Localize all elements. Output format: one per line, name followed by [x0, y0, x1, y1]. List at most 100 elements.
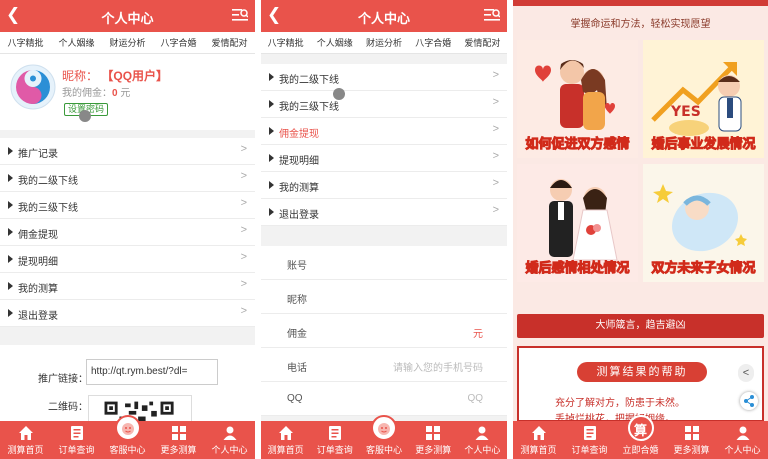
bottom-nav: 测算首页 订单查询 算 立即合婚 更多测算 个人中心 [513, 415, 768, 459]
tab-bazi-jingpi[interactable]: 八字精批 [0, 32, 51, 53]
grid-icon [171, 426, 186, 440]
header-bar: ❮ 个人中心 [0, 0, 255, 32]
chevron-right-icon: > [492, 150, 499, 162]
slogan: 掌握命运和方法，轻松实现愿望 [570, 19, 711, 30]
screen-personal-center-1: ❮ 个人中心 八字精批 个人姻缘 财运分析 八字合婚 爱情配对 昵称： 【QQ用… [0, 0, 255, 459]
tab-caiyun-fenxi[interactable]: 财运分析 [102, 32, 153, 53]
nav-home[interactable]: 测算首页 [261, 421, 310, 459]
list-item-withdraw[interactable]: 佣金提现 > [261, 118, 507, 145]
list-item-level2[interactable]: 我的二级下线 > [0, 165, 255, 192]
tab-bazi-hehun[interactable]: 八字合婚 [409, 32, 458, 53]
chevron-right-icon: > [492, 96, 499, 108]
list-item-my-readings[interactable]: 我的测算 > [0, 273, 255, 300]
list-item-withdraw[interactable]: 佣金提现 > [0, 219, 255, 246]
card-promote-feelings[interactable]: 如何促进双方感情 [517, 40, 638, 158]
yes-text: YES [670, 104, 701, 120]
nav-service[interactable]: 客服中心 [359, 415, 408, 459]
account-form: 账号 昵称 佣金元 电话 请输入您的手机号码 QQ QQ [261, 246, 507, 416]
triangle-right-icon [8, 201, 13, 209]
card-title: 如何促进双方感情 [525, 136, 630, 152]
avatar [10, 64, 56, 110]
list-item-logout[interactable]: 退出登录 > [261, 199, 507, 226]
chevron-right-icon: > [492, 204, 499, 216]
commission: 我的佣金：0 元 [62, 88, 131, 99]
nav-orders[interactable]: 订单查询 [310, 421, 359, 459]
triangle-right-icon [269, 181, 274, 189]
card-title: 双方未来子女情况 [651, 260, 756, 276]
order-list-icon [328, 426, 341, 440]
list-item-withdraw-details[interactable]: 提现明细 > [261, 145, 507, 172]
nav-more[interactable]: 更多测算 [153, 421, 204, 459]
panel-line: 充分了解对方，防患于未然。 [555, 398, 685, 409]
result-help-panel: 测算结果的帮助 充分了解对方，防患于未然。 丢掉烂桃花，把握好姻缘。 [517, 346, 764, 425]
triangle-right-icon [269, 73, 274, 81]
list-item-logout[interactable]: 退出登录 > [0, 300, 255, 327]
order-list-icon [583, 426, 596, 440]
nav-instant-match[interactable]: 算 立即合婚 [615, 415, 666, 459]
triangle-right-icon [269, 100, 274, 108]
card-future-children[interactable]: 双方未来子女情况 [643, 164, 764, 282]
list-item-promotion-records[interactable]: 推广记录 > [0, 138, 255, 165]
nav-personal[interactable]: 个人中心 [204, 421, 255, 459]
card-title: 婚后感情相处情况 [525, 260, 630, 276]
form-row-account[interactable]: 账号 [261, 246, 507, 280]
touch-indicator [333, 88, 345, 100]
service-icon [378, 423, 390, 435]
tab-aiqing-peidui[interactable]: 爱情配对 [458, 32, 507, 53]
share-button[interactable] [740, 392, 758, 410]
qq-field[interactable]: QQ QQ [261, 382, 507, 416]
screen-personal-center-2: ❮ 个人中心 八字精批 个人姻缘 财运分析 八字合婚 爱情配对 我的二级下线 > … [261, 0, 507, 459]
nav-service[interactable]: 客服中心 [102, 415, 153, 459]
triangle-right-icon [8, 309, 13, 317]
triangle-right-icon [8, 282, 13, 290]
list-item-my-readings[interactable]: 我的测算 > [261, 172, 507, 199]
card-title: 婚后事业发展情况 [651, 136, 756, 152]
page-title: 个人中心 [357, 11, 410, 26]
triangle-right-icon [8, 255, 13, 263]
card-career-after-marriage[interactable]: YES 婚后事业发展情况 [643, 40, 764, 158]
tab-aiqing-peidui[interactable]: 爱情配对 [204, 32, 255, 53]
nav-more[interactable]: 更多测算 [409, 421, 458, 459]
tab-geren-yinyuan[interactable]: 个人姻缘 [51, 32, 102, 53]
list-item-withdraw-details[interactable]: 提现明细 > [0, 246, 255, 273]
grid-icon [684, 426, 699, 440]
category-tabs: 八字精批 个人姻缘 财运分析 八字合婚 爱情配对 [261, 32, 507, 54]
list-item-level3[interactable]: 我的三级下线 > [261, 91, 507, 118]
nav-home[interactable]: 测算首页 [0, 421, 51, 459]
tab-bazi-jingpi[interactable]: 八字精批 [261, 32, 310, 53]
grid-icon [426, 426, 441, 440]
search-list-icon[interactable] [484, 8, 500, 22]
tab-caiyun-fenxi[interactable]: 财运分析 [359, 32, 408, 53]
triangle-right-icon [269, 208, 274, 216]
chevron-right-icon: > [240, 197, 247, 209]
suan-icon: 算 [633, 423, 647, 438]
list-item-level3[interactable]: 我的三级下线 > [0, 192, 255, 219]
chevron-right-icon: > [240, 278, 247, 290]
nav-orders[interactable]: 订单查询 [564, 421, 615, 459]
chevron-left-icon[interactable]: < [738, 364, 754, 382]
phone-field[interactable]: 电话 请输入您的手机号码 [261, 348, 507, 382]
tab-bazi-hehun[interactable]: 八字合婚 [153, 32, 204, 53]
card-relationship-after-marriage[interactable]: 婚后感情相处情况 [517, 164, 638, 282]
chevron-right-icon: > [240, 305, 247, 317]
search-list-icon[interactable] [232, 8, 248, 22]
nav-more[interactable]: 更多测算 [666, 421, 717, 459]
form-row-nickname[interactable]: 昵称 [261, 280, 507, 314]
nav-personal[interactable]: 个人中心 [717, 421, 768, 459]
chevron-right-icon: > [240, 224, 247, 236]
tab-geren-yinyuan[interactable]: 个人姻缘 [310, 32, 359, 53]
page-title: 个人中心 [101, 11, 154, 26]
form-row-commission: 佣金元 [261, 314, 507, 348]
nav-home[interactable]: 测算首页 [513, 421, 564, 459]
list-item-level2[interactable]: 我的二级下线 > [261, 64, 507, 91]
chevron-right-icon: > [492, 69, 499, 81]
promo-link-input[interactable]: http://qt.rym.best/?dl= [86, 359, 218, 385]
nav-orders[interactable]: 订单查询 [51, 421, 102, 459]
nav-personal[interactable]: 个人中心 [458, 421, 507, 459]
touch-indicator [79, 110, 91, 122]
bottom-nav: 测算首页 订单查询 客服中心 更多测算 个人中心 [261, 415, 507, 459]
triangle-right-icon [8, 228, 13, 236]
share-icon [744, 395, 754, 407]
home-icon [278, 426, 293, 440]
screen-marriage-reading: 掌握命运和方法，轻松实现愿望 如何促进双方感情 YES 婚后事业发展情况 婚后感… [513, 0, 768, 459]
